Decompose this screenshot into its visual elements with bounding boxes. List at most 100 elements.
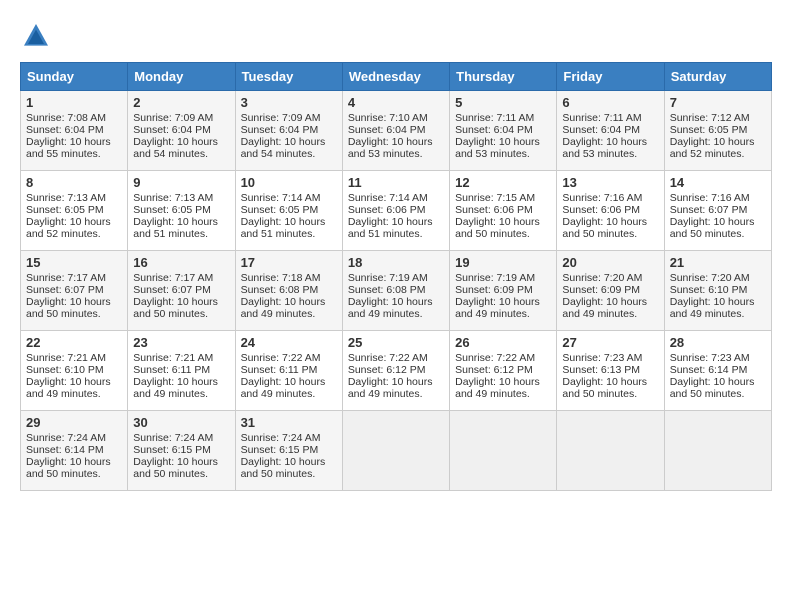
sunrise-text: Sunrise: 7:13 AM (133, 192, 213, 204)
day-number: 3 (241, 95, 337, 110)
header-sunday: Sunday (21, 63, 128, 91)
calendar-cell: 8Sunrise: 7:13 AMSunset: 6:05 PMDaylight… (21, 171, 128, 251)
calendar-cell: 3Sunrise: 7:09 AMSunset: 6:04 PMDaylight… (235, 91, 342, 171)
day-number: 30 (133, 415, 229, 430)
sunset-text: Sunset: 6:05 PM (26, 204, 104, 216)
sunset-text: Sunset: 6:05 PM (133, 204, 211, 216)
day-number: 17 (241, 255, 337, 270)
calendar-cell: 15Sunrise: 7:17 AMSunset: 6:07 PMDayligh… (21, 251, 128, 331)
day-number: 25 (348, 335, 444, 350)
calendar-week-row: 29Sunrise: 7:24 AMSunset: 6:14 PMDayligh… (21, 411, 772, 491)
sunset-text: Sunset: 6:06 PM (348, 204, 426, 216)
calendar-cell: 11Sunrise: 7:14 AMSunset: 6:06 PMDayligh… (342, 171, 449, 251)
calendar-cell: 10Sunrise: 7:14 AMSunset: 6:05 PMDayligh… (235, 171, 342, 251)
calendar-cell (664, 411, 771, 491)
calendar-cell: 14Sunrise: 7:16 AMSunset: 6:07 PMDayligh… (664, 171, 771, 251)
daylight-text: Daylight: 10 hours and 51 minutes. (133, 216, 218, 240)
sunset-text: Sunset: 6:06 PM (562, 204, 640, 216)
calendar-cell: 20Sunrise: 7:20 AMSunset: 6:09 PMDayligh… (557, 251, 664, 331)
day-number: 31 (241, 415, 337, 430)
daylight-text: Daylight: 10 hours and 50 minutes. (26, 456, 111, 480)
sunrise-text: Sunrise: 7:24 AM (26, 432, 106, 444)
sunrise-text: Sunrise: 7:14 AM (348, 192, 428, 204)
calendar-cell: 29Sunrise: 7:24 AMSunset: 6:14 PMDayligh… (21, 411, 128, 491)
calendar-cell: 22Sunrise: 7:21 AMSunset: 6:10 PMDayligh… (21, 331, 128, 411)
daylight-text: Daylight: 10 hours and 49 minutes. (241, 376, 326, 400)
day-number: 12 (455, 175, 551, 190)
daylight-text: Daylight: 10 hours and 52 minutes. (26, 216, 111, 240)
calendar-cell: 12Sunrise: 7:15 AMSunset: 6:06 PMDayligh… (450, 171, 557, 251)
logo (20, 20, 58, 52)
day-number: 6 (562, 95, 658, 110)
day-number: 18 (348, 255, 444, 270)
sunrise-text: Sunrise: 7:09 AM (241, 112, 321, 124)
sunrise-text: Sunrise: 7:17 AM (133, 272, 213, 284)
day-number: 21 (670, 255, 766, 270)
daylight-text: Daylight: 10 hours and 54 minutes. (133, 136, 218, 160)
day-number: 19 (455, 255, 551, 270)
calendar-cell: 13Sunrise: 7:16 AMSunset: 6:06 PMDayligh… (557, 171, 664, 251)
sunset-text: Sunset: 6:11 PM (133, 364, 210, 376)
calendar-cell: 26Sunrise: 7:22 AMSunset: 6:12 PMDayligh… (450, 331, 557, 411)
sunrise-text: Sunrise: 7:09 AM (133, 112, 213, 124)
daylight-text: Daylight: 10 hours and 53 minutes. (562, 136, 647, 160)
daylight-text: Daylight: 10 hours and 55 minutes. (26, 136, 111, 160)
sunset-text: Sunset: 6:10 PM (670, 284, 748, 296)
day-number: 28 (670, 335, 766, 350)
day-number: 22 (26, 335, 122, 350)
sunrise-text: Sunrise: 7:19 AM (455, 272, 535, 284)
calendar-cell (342, 411, 449, 491)
daylight-text: Daylight: 10 hours and 50 minutes. (455, 216, 540, 240)
sunset-text: Sunset: 6:14 PM (670, 364, 748, 376)
sunrise-text: Sunrise: 7:12 AM (670, 112, 750, 124)
daylight-text: Daylight: 10 hours and 53 minutes. (455, 136, 540, 160)
calendar-cell: 30Sunrise: 7:24 AMSunset: 6:15 PMDayligh… (128, 411, 235, 491)
sunset-text: Sunset: 6:06 PM (455, 204, 533, 216)
sunrise-text: Sunrise: 7:18 AM (241, 272, 321, 284)
calendar-cell: 5Sunrise: 7:11 AMSunset: 6:04 PMDaylight… (450, 91, 557, 171)
day-number: 5 (455, 95, 551, 110)
sunrise-text: Sunrise: 7:19 AM (348, 272, 428, 284)
sunrise-text: Sunrise: 7:14 AM (241, 192, 321, 204)
daylight-text: Daylight: 10 hours and 54 minutes. (241, 136, 326, 160)
calendar-cell (557, 411, 664, 491)
sunset-text: Sunset: 6:13 PM (562, 364, 640, 376)
sunset-text: Sunset: 6:05 PM (670, 124, 748, 136)
daylight-text: Daylight: 10 hours and 49 minutes. (348, 296, 433, 320)
daylight-text: Daylight: 10 hours and 49 minutes. (455, 296, 540, 320)
calendar-cell: 27Sunrise: 7:23 AMSunset: 6:13 PMDayligh… (557, 331, 664, 411)
sunrise-text: Sunrise: 7:08 AM (26, 112, 106, 124)
sunset-text: Sunset: 6:08 PM (348, 284, 426, 296)
calendar-week-row: 22Sunrise: 7:21 AMSunset: 6:10 PMDayligh… (21, 331, 772, 411)
sunset-text: Sunset: 6:07 PM (670, 204, 748, 216)
sunset-text: Sunset: 6:14 PM (26, 444, 104, 456)
sunset-text: Sunset: 6:04 PM (26, 124, 104, 136)
sunrise-text: Sunrise: 7:11 AM (562, 112, 641, 124)
daylight-text: Daylight: 10 hours and 50 minutes. (562, 216, 647, 240)
sunrise-text: Sunrise: 7:24 AM (133, 432, 213, 444)
daylight-text: Daylight: 10 hours and 49 minutes. (241, 296, 326, 320)
header-tuesday: Tuesday (235, 63, 342, 91)
day-number: 14 (670, 175, 766, 190)
sunrise-text: Sunrise: 7:22 AM (455, 352, 535, 364)
calendar-cell: 28Sunrise: 7:23 AMSunset: 6:14 PMDayligh… (664, 331, 771, 411)
calendar-cell: 31Sunrise: 7:24 AMSunset: 6:15 PMDayligh… (235, 411, 342, 491)
sunrise-text: Sunrise: 7:23 AM (562, 352, 642, 364)
calendar-cell: 2Sunrise: 7:09 AMSunset: 6:04 PMDaylight… (128, 91, 235, 171)
calendar-table: SundayMondayTuesdayWednesdayThursdayFrid… (20, 62, 772, 491)
daylight-text: Daylight: 10 hours and 50 minutes. (133, 296, 218, 320)
daylight-text: Daylight: 10 hours and 49 minutes. (348, 376, 433, 400)
sunset-text: Sunset: 6:04 PM (455, 124, 533, 136)
daylight-text: Daylight: 10 hours and 49 minutes. (455, 376, 540, 400)
header-friday: Friday (557, 63, 664, 91)
day-number: 15 (26, 255, 122, 270)
calendar-cell: 18 Sunrise: 7:19 AMSunset: 6:08 PMDayligh… (342, 251, 449, 331)
calendar-cell: 21Sunrise: 7:20 AMSunset: 6:10 PMDayligh… (664, 251, 771, 331)
sunrise-text: Sunrise: 7:21 AM (133, 352, 213, 364)
daylight-text: Daylight: 10 hours and 53 minutes. (348, 136, 433, 160)
calendar-week-row: 15Sunrise: 7:17 AMSunset: 6:07 PMDayligh… (21, 251, 772, 331)
sunset-text: Sunset: 6:09 PM (562, 284, 640, 296)
daylight-text: Daylight: 10 hours and 50 minutes. (670, 376, 755, 400)
sunset-text: Sunset: 6:12 PM (455, 364, 533, 376)
day-number: 11 (348, 175, 444, 190)
